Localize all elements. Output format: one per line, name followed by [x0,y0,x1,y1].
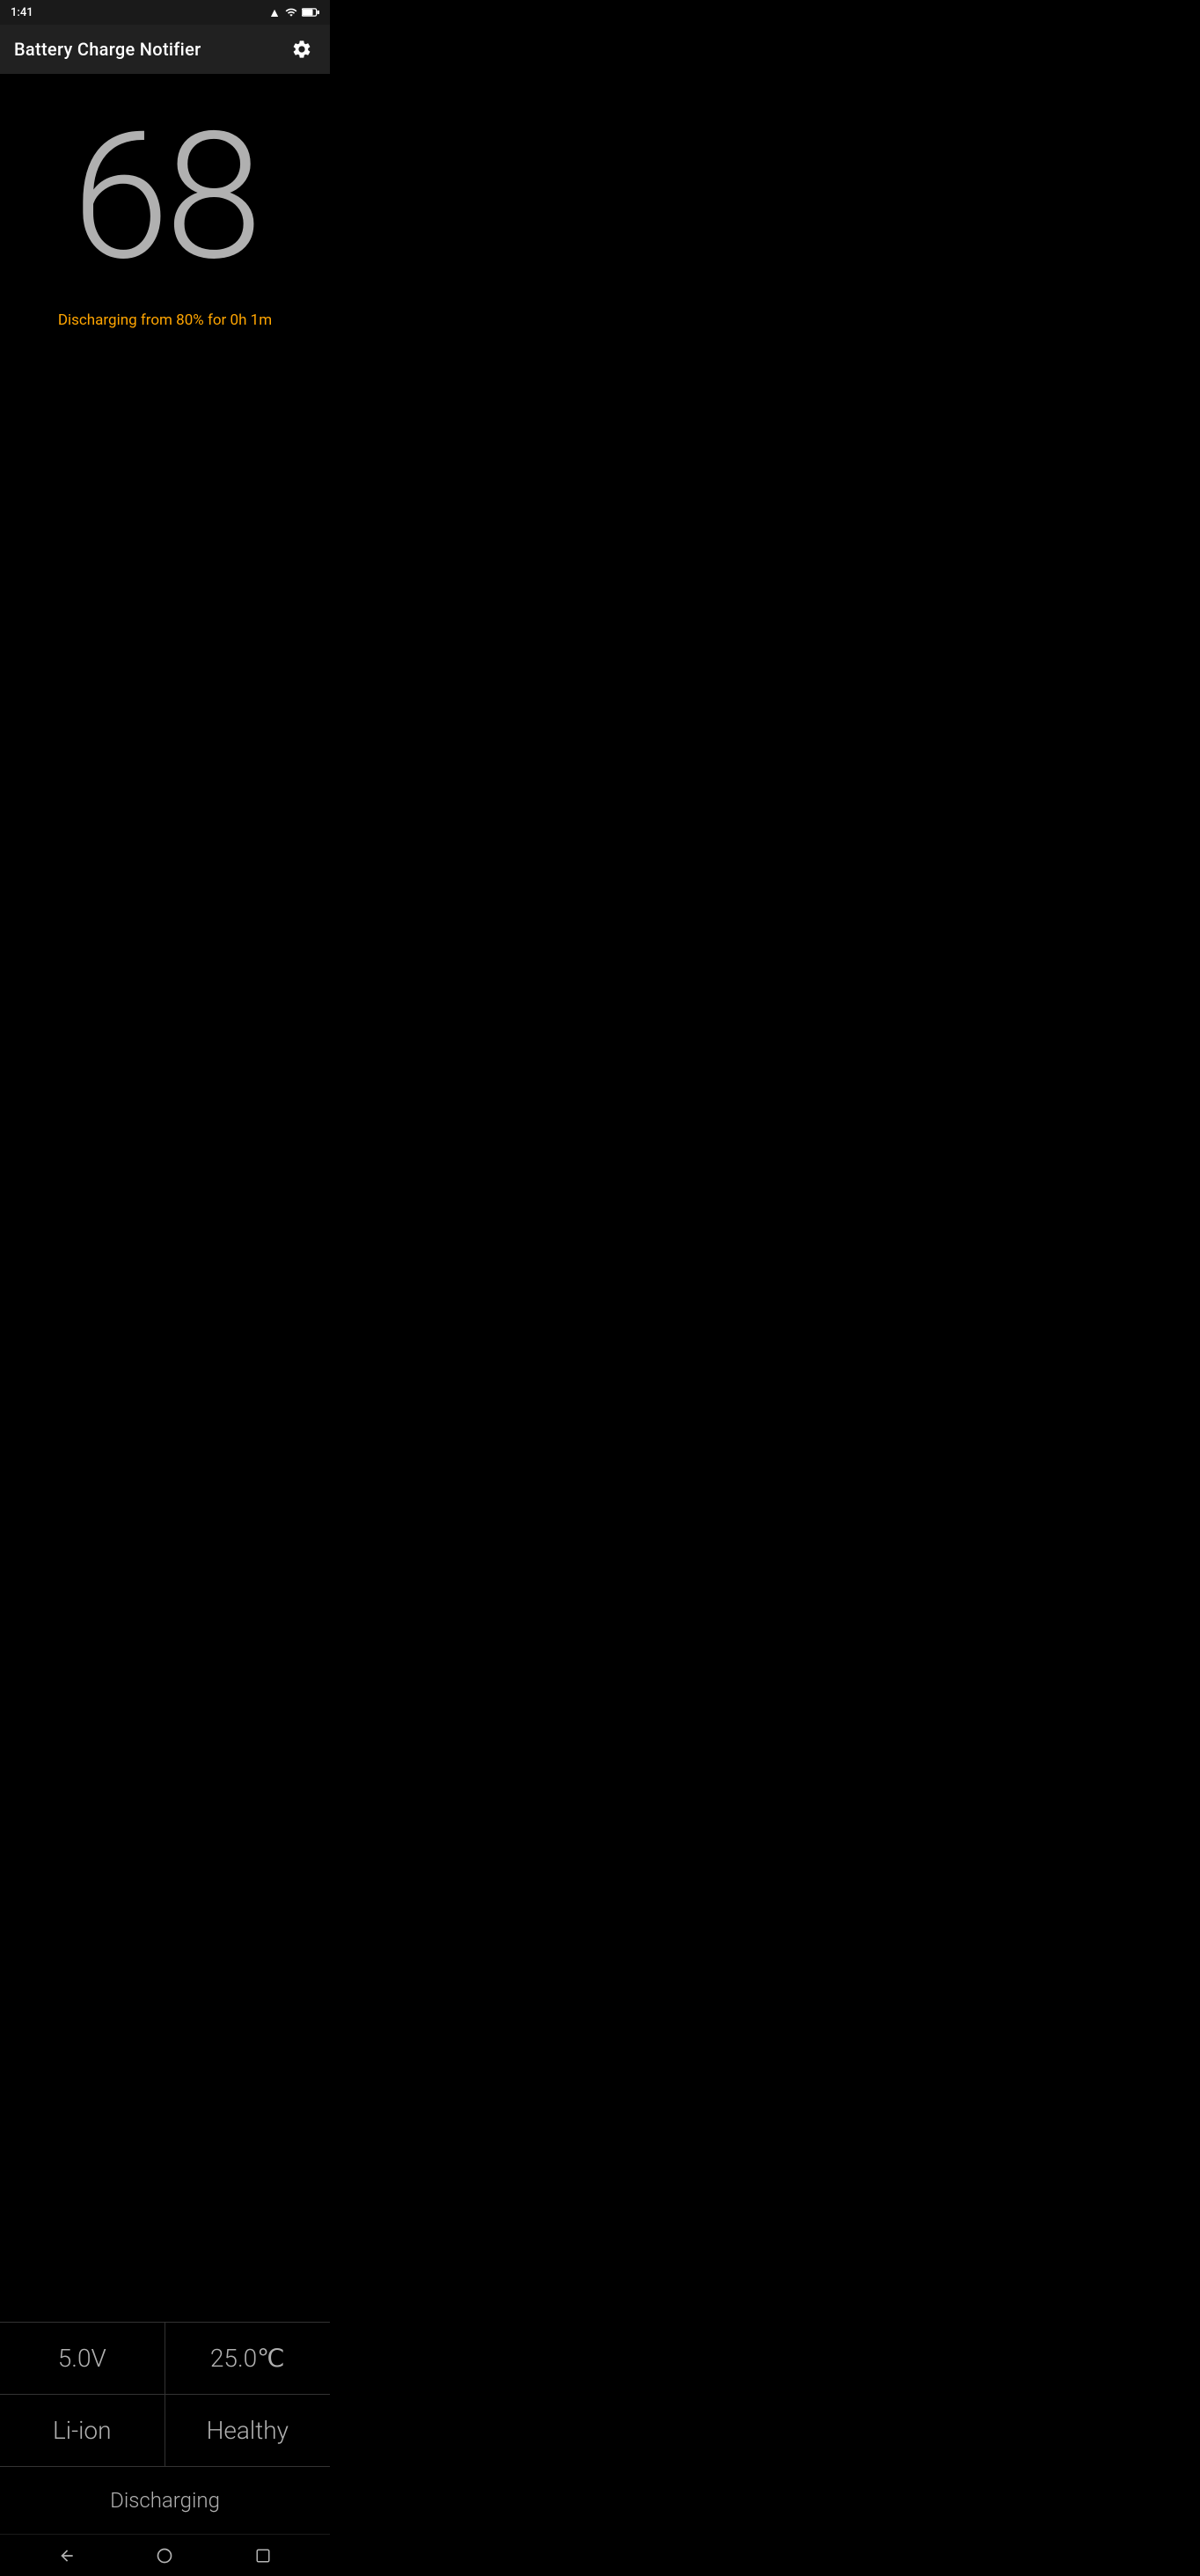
settings-button[interactable] [288,35,316,63]
back-icon [58,2547,76,2565]
bottom-status-text: Discharging [110,2488,220,2513]
battery-type-value: Li-ion [53,2416,111,2445]
home-icon [156,2547,173,2565]
recents-button[interactable] [244,2536,282,2575]
back-button[interactable] [48,2536,86,2575]
health-cell: Healthy [165,2395,331,2467]
content-wrapper: 68 Discharging from 80% for 0h 1m 5.0V 2… [0,74,330,2534]
status-bar: 1:41 ▲ [0,0,330,25]
discharge-status: Discharging from 80% for 0h 1m [58,311,272,329]
main-content: 68 Discharging from 80% for 0h 1m [0,74,330,2322]
temperature-value: 25.0℃ [210,2344,285,2373]
voltage-cell: 5.0V [0,2323,165,2395]
status-icons: ▲ [268,5,319,20]
health-value: Healthy [207,2416,289,2445]
gear-icon [291,39,312,60]
temperature-cell: 25.0℃ [165,2323,331,2395]
wifi-icon: ▲ [268,5,281,20]
bottom-status: Discharging [0,2467,330,2534]
voltage-value: 5.0V [58,2344,106,2373]
app-bar: Battery Charge Notifier [0,25,330,74]
status-time: 1:41 [11,6,33,19]
recents-icon [255,2548,271,2564]
stats-grid: 5.0V 25.0℃ Li-ion Healthy [0,2322,330,2467]
app-title: Battery Charge Notifier [14,39,201,60]
battery-icon [302,6,319,18]
battery-type-cell: Li-ion [0,2395,165,2467]
home-button[interactable] [145,2536,184,2575]
battery-percentage: 68 [72,109,259,285]
nav-bar [0,2534,330,2576]
signal-icon [285,6,297,18]
